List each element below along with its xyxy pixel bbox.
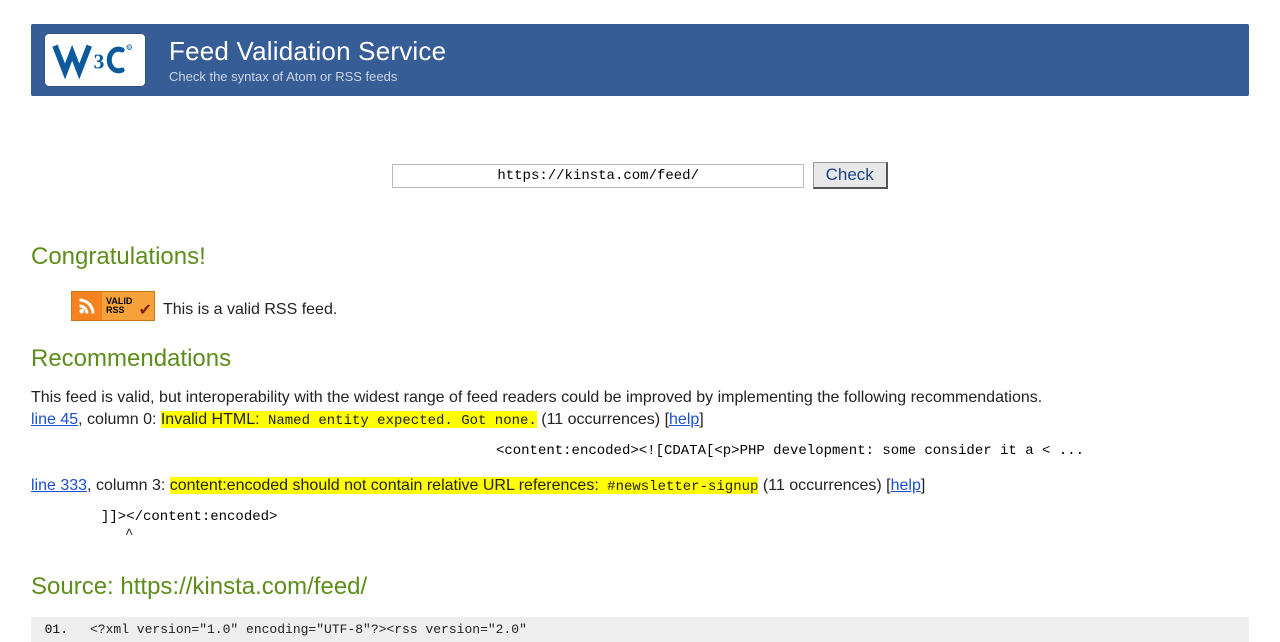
caret-marker: ^ bbox=[31, 527, 1249, 543]
congratulations-heading: Congratulations! bbox=[31, 243, 1249, 271]
validation-form: Check bbox=[31, 162, 1249, 189]
warning-main: Invalid HTML: bbox=[161, 411, 260, 428]
recommendations-heading: Recommendations bbox=[31, 345, 1249, 373]
warning-main: content:encoded should not contain relat… bbox=[170, 477, 599, 494]
recommendations-intro: This feed is valid, but interoperability… bbox=[31, 389, 1249, 407]
source-prefix: Source: bbox=[31, 573, 120, 600]
recommendation-item: line 45, column 0: Invalid HTML: Named e… bbox=[31, 411, 1249, 429]
recommendation-item: line 333, column 3: content:encoded shou… bbox=[31, 477, 1249, 495]
source-listing: 01.<?xml version="1.0" encoding="UTF-8"?… bbox=[31, 617, 1249, 642]
help-link[interactable]: help bbox=[669, 411, 699, 428]
occurrences-text: (11 occurrences) bbox=[537, 411, 665, 428]
warning-detail: #newsletter-signup bbox=[599, 479, 759, 495]
valid-rss-badge[interactable]: VALID RSS ✔ bbox=[71, 291, 155, 321]
source-code-line: <?xml version="1.0" encoding="UTF-8"?><r… bbox=[68, 622, 527, 637]
line-link[interactable]: line 45 bbox=[31, 411, 78, 428]
check-button[interactable]: Check bbox=[813, 162, 888, 189]
column-text: , column 3: bbox=[87, 477, 170, 494]
svg-text:3: 3 bbox=[94, 50, 105, 74]
header-banner: 3 R Feed Validation Service Check the sy… bbox=[31, 24, 1249, 96]
column-text: , column 0: bbox=[78, 411, 161, 428]
page-title: Feed Validation Service bbox=[169, 36, 446, 67]
line-link[interactable]: line 333 bbox=[31, 477, 87, 494]
code-snippet: ]]></content:encoded> bbox=[31, 509, 1249, 525]
checkmark-icon: ✔ bbox=[139, 303, 152, 319]
warning-detail: Named entity expected. Got none. bbox=[260, 413, 537, 429]
valid-feed-message: This is a valid RSS feed. bbox=[163, 301, 337, 319]
rss-icon bbox=[72, 292, 102, 320]
w3c-logo: 3 R bbox=[45, 34, 145, 86]
page-subtitle: Check the syntax of Atom or RSS feeds bbox=[169, 69, 446, 84]
source-heading: Source: https://kinsta.com/feed/ bbox=[31, 573, 1249, 601]
code-snippet: <content:encoded><![CDATA[<p>PHP develop… bbox=[31, 443, 1249, 459]
feed-url-input[interactable] bbox=[392, 164, 804, 188]
svg-text:R: R bbox=[128, 45, 131, 50]
help-link[interactable]: help bbox=[891, 477, 921, 494]
occurrences-text: (11 occurrences) bbox=[758, 477, 886, 494]
line-number: 01. bbox=[40, 622, 68, 637]
source-url: https://kinsta.com/feed/ bbox=[120, 573, 367, 600]
